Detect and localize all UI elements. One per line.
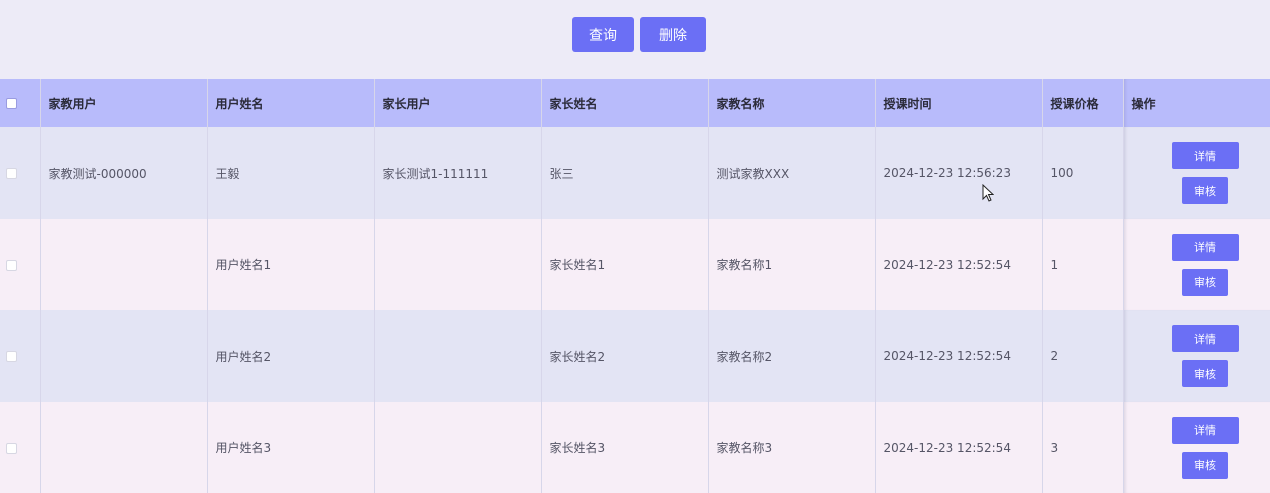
cell-price: 1 xyxy=(1042,219,1124,310)
cell-tutor-user xyxy=(40,402,208,493)
header-price: 授课价格 xyxy=(1042,79,1124,127)
cell-parent-user xyxy=(374,219,542,310)
row-checkbox[interactable] xyxy=(6,442,17,454)
cell-time: 2024-12-23 12:52:54 xyxy=(875,310,1043,402)
data-table: 家教用户 用户姓名 家长用户 家长姓名 家教名称 授课时间 授课价格 操作 家教… xyxy=(0,79,1270,493)
review-button[interactable]: 审核 xyxy=(1182,268,1228,296)
cell-parent-user xyxy=(374,310,542,402)
header-parent-user: 家长用户 xyxy=(374,79,542,127)
detail-button[interactable]: 详情 xyxy=(1171,142,1239,169)
cell-tutor-name: 家教名称3 xyxy=(708,402,876,493)
detail-button[interactable]: 详情 xyxy=(1171,233,1239,261)
header-tutor-name: 家教名称 xyxy=(708,79,876,127)
cell-actions: 详情 审核 xyxy=(1123,127,1270,219)
mouse-pointer-icon xyxy=(982,184,994,202)
cell-tutor-name: 家教名称1 xyxy=(708,219,876,310)
cell-price: 2 xyxy=(1042,310,1124,402)
cell-user-name: 用户姓名2 xyxy=(207,310,375,402)
row-checkbox[interactable] xyxy=(6,168,17,179)
row-select-cell xyxy=(0,127,41,219)
review-button[interactable]: 审核 xyxy=(1182,451,1228,479)
row-select-cell xyxy=(0,310,41,402)
cell-user-name: 用户姓名3 xyxy=(207,402,375,493)
cell-price: 100 xyxy=(1042,127,1124,219)
select-all-checkbox[interactable] xyxy=(6,98,17,109)
review-button[interactable]: 审核 xyxy=(1182,177,1228,204)
cell-price: 3 xyxy=(1042,402,1124,493)
cell-user-name: 用户姓名1 xyxy=(207,219,375,310)
header-user-name: 用户姓名 xyxy=(207,79,375,127)
cell-parent-name: 家长姓名2 xyxy=(541,310,709,402)
table-row: 用户姓名2 家长姓名2 家教名称2 2024-12-23 12:52:54 2 … xyxy=(0,310,1270,402)
header-time: 授课时间 xyxy=(875,79,1043,127)
toolbar: 查询 删除 xyxy=(0,0,1270,79)
header-parent-name: 家长姓名 xyxy=(541,79,709,127)
table-row: 用户姓名1 家长姓名1 家教名称1 2024-12-23 12:52:54 1 … xyxy=(0,219,1270,310)
cell-tutor-name: 家教名称2 xyxy=(708,310,876,402)
table-row: 家教测试-000000 王毅 家长测试1-111111 张三 测试家教XXX 2… xyxy=(0,127,1270,219)
header-actions: 操作 xyxy=(1123,79,1270,127)
detail-button[interactable]: 详情 xyxy=(1171,325,1239,352)
query-button[interactable]: 查询 xyxy=(572,17,634,52)
cell-tutor-name: 测试家教XXX xyxy=(708,127,876,219)
detail-button[interactable]: 详情 xyxy=(1171,416,1239,444)
cell-tutor-user xyxy=(40,310,208,402)
cell-parent-name: 家长姓名1 xyxy=(541,219,709,310)
row-checkbox[interactable] xyxy=(6,259,17,271)
header-tutor-user: 家教用户 xyxy=(40,79,208,127)
table-row: 用户姓名3 家长姓名3 家教名称3 2024-12-23 12:52:54 3 … xyxy=(0,402,1270,493)
table-header-row: 家教用户 用户姓名 家长用户 家长姓名 家教名称 授课时间 授课价格 操作 xyxy=(0,79,1270,127)
cell-parent-user: 家长测试1-111111 xyxy=(374,127,542,219)
cell-parent-name: 张三 xyxy=(541,127,709,219)
select-all-cell xyxy=(0,79,41,127)
cell-tutor-user: 家教测试-000000 xyxy=(40,127,208,219)
cell-actions: 详情 审核 xyxy=(1123,310,1270,402)
delete-button[interactable]: 删除 xyxy=(640,17,706,52)
cell-user-name: 王毅 xyxy=(207,127,375,219)
row-checkbox[interactable] xyxy=(6,351,17,362)
row-select-cell xyxy=(0,402,41,493)
cell-time: 2024-12-23 12:56:23 xyxy=(875,127,1043,219)
cell-parent-name: 家长姓名3 xyxy=(541,402,709,493)
cell-actions: 详情 审核 xyxy=(1123,402,1270,493)
review-button[interactable]: 审核 xyxy=(1182,360,1228,387)
row-select-cell xyxy=(0,219,41,310)
cell-time: 2024-12-23 12:52:54 xyxy=(875,219,1043,310)
cell-parent-user xyxy=(374,402,542,493)
cell-actions: 详情 审核 xyxy=(1123,219,1270,310)
cell-tutor-user xyxy=(40,219,208,310)
cell-time: 2024-12-23 12:52:54 xyxy=(875,402,1043,493)
